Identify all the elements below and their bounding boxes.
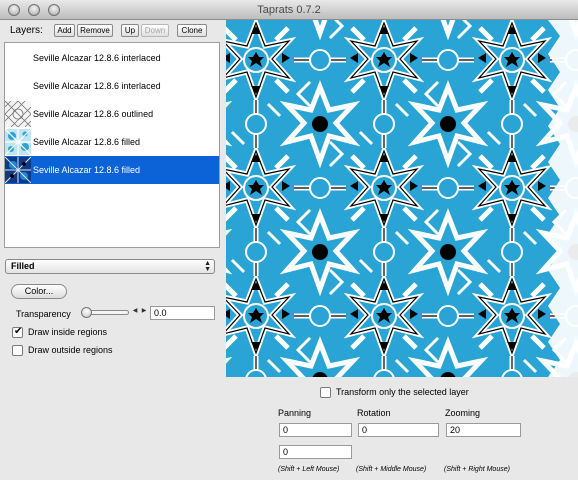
panning-x-field[interactable]: 0	[279, 423, 352, 437]
window-title: Taprats 0.7.2	[257, 4, 321, 16]
panning-y-field[interactable]: 0	[279, 445, 352, 459]
layer-list[interactable]: Seville Alcazar 12.8.6 interlaced Sevill…	[4, 42, 220, 248]
move-layer-down-button: Down	[141, 24, 169, 37]
layers-label: Layers:	[10, 25, 43, 36]
zooming-label: Zooming	[445, 408, 481, 418]
layer-item[interactable]: Seville Alcazar 12.8.6 filled	[5, 128, 219, 156]
layer-item-label: Seville Alcazar 12.8.6 interlaced	[33, 81, 161, 91]
zooming-hint: (Shift + Right Mouse)	[444, 466, 510, 473]
rotation-hint: (Shift + Middle Mouse)	[356, 466, 427, 473]
islamic-star-pattern	[226, 20, 578, 377]
select-arrows-icon: ▲ ▼	[204, 260, 211, 273]
transparency-slider-handle[interactable]	[81, 307, 92, 318]
draw-outside-label: Draw outside regions	[28, 345, 113, 355]
rotation-field[interactable]: 0	[358, 423, 439, 437]
color-button[interactable]: Color...	[11, 284, 67, 299]
layer-item-selected[interactable]: Seville Alcazar 12.8.6 filled	[5, 156, 219, 184]
remove-layer-button[interactable]: Remove	[77, 24, 113, 37]
panning-hint: (Shift + Left Mouse)	[278, 466, 340, 473]
add-layer-button[interactable]: Add	[54, 24, 75, 37]
transparency-field[interactable]: 0.0	[150, 306, 215, 320]
move-layer-up-button[interactable]: Up	[121, 24, 139, 37]
layer-thumbnail	[5, 101, 31, 127]
title-bar: Taprats 0.7.2	[0, 0, 578, 20]
layer-item-label: Seville Alcazar 12.8.6 outlined	[33, 109, 154, 119]
step-right-icon[interactable]: ▶	[140, 308, 148, 316]
render-mode-select[interactable]: Filled ▲ ▼	[5, 259, 215, 274]
transparency-label: Transparency	[16, 309, 71, 319]
pattern-canvas[interactable]	[226, 20, 578, 377]
checkmark-icon: ✔	[14, 326, 23, 337]
panning-label: Panning	[278, 408, 312, 418]
clone-layer-button[interactable]: Clone	[177, 24, 207, 37]
step-left-icon[interactable]: ◀	[131, 308, 139, 316]
rotation-label: Rotation	[357, 408, 391, 418]
layer-item-label: Seville Alcazar 12.8.6 interlaced	[33, 53, 161, 63]
layer-thumbnail	[5, 129, 31, 155]
zooming-field[interactable]: 20	[446, 423, 521, 437]
draw-inside-label: Draw inside regions	[28, 327, 108, 337]
layer-thumbnail	[5, 157, 31, 183]
render-mode-value: Filled	[11, 261, 35, 271]
transform-selected-only-label: Transform only the selected layer	[336, 387, 469, 397]
layer-item[interactable]: Seville Alcazar 12.8.6 outlined	[5, 100, 219, 128]
layer-item-label: Seville Alcazar 12.8.6 filled	[33, 165, 141, 175]
layer-item[interactable]: Seville Alcazar 12.8.6 interlaced	[5, 72, 219, 100]
draw-outside-checkbox[interactable]	[12, 345, 23, 356]
layer-item[interactable]: Seville Alcazar 12.8.6 interlaced	[5, 44, 219, 72]
transform-selected-only-checkbox[interactable]	[320, 387, 331, 398]
layer-item-label: Seville Alcazar 12.8.6 filled	[33, 137, 141, 147]
draw-inside-checkbox[interactable]: ✔	[12, 326, 23, 338]
